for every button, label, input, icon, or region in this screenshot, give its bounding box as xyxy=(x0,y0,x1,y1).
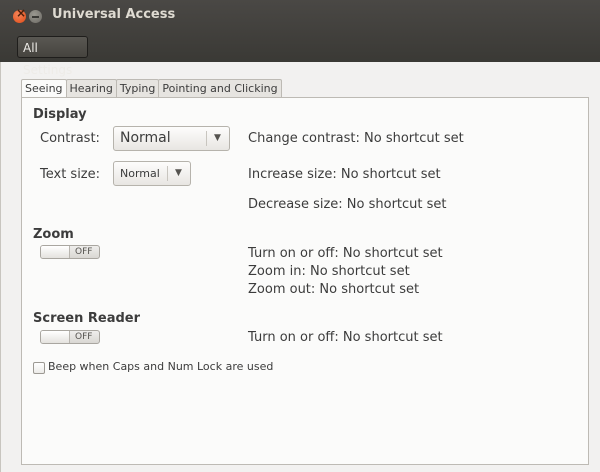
minimize-icon[interactable] xyxy=(29,10,42,23)
dropdown-separator xyxy=(206,131,207,146)
chevron-down-icon: ▼ xyxy=(175,168,182,178)
beep-label[interactable]: Beep when Caps and Num Lock are used xyxy=(48,360,273,373)
window-titlebar: Universal Access All Settings xyxy=(0,0,600,77)
chevron-down-icon: ▼ xyxy=(214,133,221,143)
screen-reader-toggle-state: OFF xyxy=(75,332,93,342)
zoom-in-shortcut[interactable]: Zoom in: No shortcut set xyxy=(248,264,410,279)
tab-seeing[interactable]: Seeing xyxy=(21,79,67,99)
increase-size-shortcut[interactable]: Increase size: No shortcut set xyxy=(248,167,441,182)
contrast-value: Normal xyxy=(120,130,171,146)
display-heading: Display xyxy=(33,107,87,122)
tab-bar: Seeing Hearing Typing Pointing and Click… xyxy=(21,79,282,99)
screen-reader-turn-on-off-shortcut[interactable]: Turn on or off: No shortcut set xyxy=(248,330,443,345)
beep-checkbox[interactable] xyxy=(33,362,45,374)
tab-typing[interactable]: Typing xyxy=(115,79,160,97)
text-size-label: Text size: xyxy=(40,167,101,182)
zoom-turn-on-off-shortcut[interactable]: Turn on or off: No shortcut set xyxy=(248,246,443,261)
contrast-dropdown[interactable]: Normal ▼ xyxy=(113,126,230,151)
zoom-out-shortcut[interactable]: Zoom out: No shortcut set xyxy=(248,282,419,297)
close-icon[interactable] xyxy=(13,6,26,23)
toggle-knob xyxy=(41,246,70,258)
window-title: Universal Access xyxy=(52,7,176,22)
screen-reader-heading: Screen Reader xyxy=(33,311,141,326)
zoom-heading: Zoom xyxy=(33,227,74,242)
screen-reader-toggle[interactable]: OFF xyxy=(40,330,100,344)
tab-pointing-and-clicking[interactable]: Pointing and Clicking xyxy=(158,79,282,97)
tab-hearing[interactable]: Hearing xyxy=(65,79,117,97)
zoom-toggle-state: OFF xyxy=(75,247,93,257)
change-contrast-shortcut[interactable]: Change contrast: No shortcut set xyxy=(248,131,464,146)
text-size-dropdown[interactable]: Normal ▼ xyxy=(113,161,191,186)
window-border xyxy=(0,62,1,472)
toggle-knob xyxy=(41,331,70,343)
zoom-toggle[interactable]: OFF xyxy=(40,245,100,259)
decrease-size-shortcut[interactable]: Decrease size: No shortcut set xyxy=(248,197,447,212)
text-size-value: Normal xyxy=(120,167,160,180)
all-settings-button[interactable]: All Settings xyxy=(17,36,88,77)
dropdown-separator xyxy=(167,166,168,181)
contrast-label: Contrast: xyxy=(40,131,100,146)
seeing-panel: Display Contrast: Normal ▼ Change contra… xyxy=(21,97,589,465)
